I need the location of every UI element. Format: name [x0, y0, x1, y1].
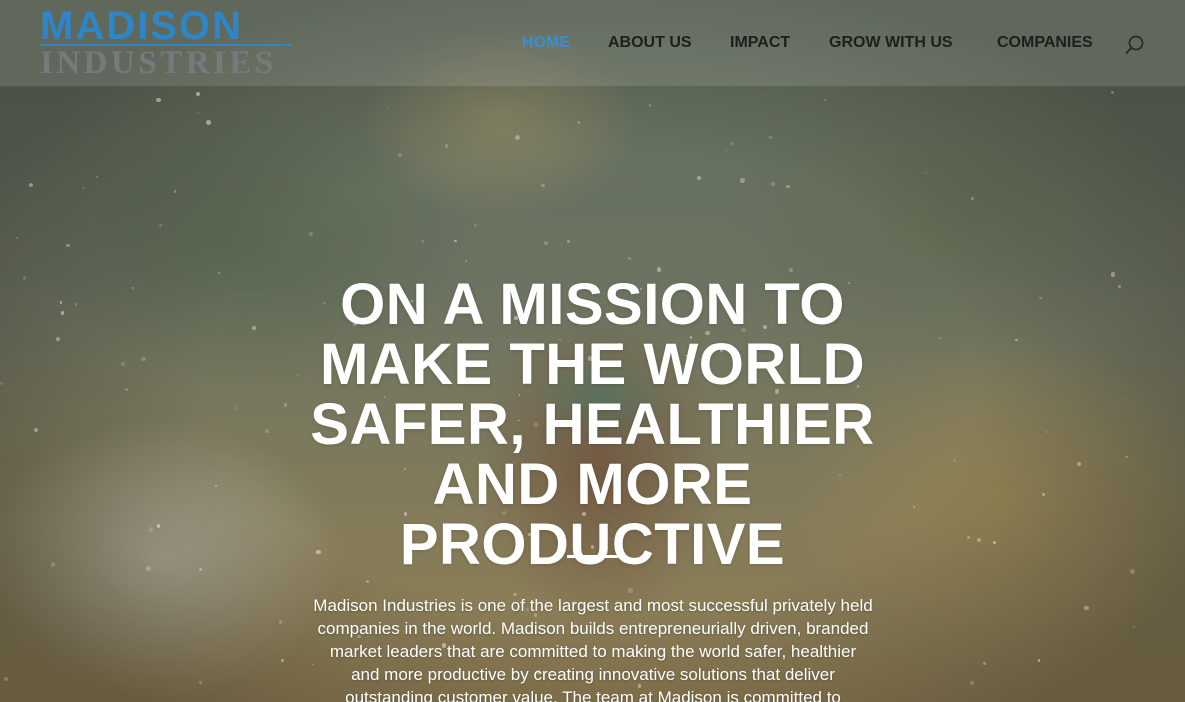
water-droplet	[971, 197, 975, 200]
water-droplet	[156, 97, 161, 102]
nav-item-impact[interactable]: IMPACT	[730, 32, 790, 54]
water-droplet	[1076, 461, 1081, 466]
logo-wordmark-top: MADISON	[40, 4, 243, 48]
water-droplet	[730, 141, 733, 145]
water-droplet	[173, 190, 177, 193]
hero-title: ON A MISSION TO MAKE THE WORLD SAFER, HE…	[240, 271, 945, 577]
water-droplet	[473, 223, 477, 227]
water-droplet	[60, 311, 64, 315]
water-droplet	[148, 527, 154, 532]
nav-item-grow-with-us[interactable]: GROW WITH US	[829, 32, 953, 54]
water-droplet	[1014, 338, 1018, 342]
water-droplet	[131, 286, 134, 289]
water-droplet	[1125, 455, 1128, 459]
site-logo[interactable]: MADISON INDUSTRIES	[40, 4, 295, 81]
water-droplet	[1042, 493, 1045, 496]
water-droplet	[421, 240, 424, 243]
water-droplet	[206, 120, 211, 125]
hero-description-line: and more productive by creating innovati…	[351, 665, 835, 684]
water-droplet	[786, 184, 790, 189]
water-droplet	[28, 182, 33, 187]
water-droplet	[740, 177, 745, 183]
water-droplet	[218, 272, 220, 274]
water-droplet	[1046, 431, 1048, 433]
site-header: MADISON INDUSTRIES HOME ABOUT US IMPACT …	[0, 0, 1185, 86]
water-droplet	[15, 237, 18, 240]
hero-title-line: SAFER, HEALTHIER	[310, 391, 875, 457]
nav-item-home[interactable]: HOME	[522, 32, 570, 54]
water-droplet	[541, 183, 545, 188]
hero-title-line: AND MORE	[432, 451, 753, 517]
hero-divider	[567, 555, 618, 558]
water-droplet	[969, 680, 974, 685]
water-droplet	[22, 275, 27, 280]
water-droplet	[74, 303, 78, 306]
hero-description-line: market leaders that are committed to mak…	[329, 642, 857, 661]
hero-title-line: ON A MISSION TO	[340, 271, 845, 337]
water-droplet	[234, 406, 237, 410]
page: MADISON INDUSTRIES HOME ABOUT US IMPACT …	[0, 0, 1185, 702]
water-droplet	[397, 152, 402, 157]
hero-description-line: companies in the world. Madison builds e…	[317, 619, 869, 638]
water-droplet	[1084, 606, 1089, 611]
water-droplet	[146, 565, 151, 571]
water-droplet	[1039, 296, 1042, 300]
water-droplet	[465, 260, 467, 262]
water-droplet	[992, 540, 997, 545]
water-droplet	[1117, 284, 1121, 288]
water-droplet	[1130, 569, 1135, 574]
water-droplet	[696, 176, 701, 180]
hero-title-line: PRODUCTIVE	[399, 511, 786, 577]
hero-description: Madison Industries is one of the largest…	[252, 594, 934, 702]
hero-title-line: MAKE THE WORLD	[319, 331, 866, 397]
hero-description-line: Madison Industries is one of the largest…	[313, 596, 873, 615]
water-droplet	[55, 337, 60, 342]
water-droplet	[66, 244, 70, 248]
water-droplet	[628, 588, 633, 593]
water-droplet	[1111, 91, 1115, 94]
water-droplet	[4, 677, 9, 681]
water-droplet	[656, 267, 662, 272]
water-droplet	[628, 257, 631, 261]
water-droplet	[444, 144, 449, 148]
water-droplet	[365, 580, 369, 584]
water-droplet	[1110, 272, 1116, 277]
nav-item-about-us[interactable]: ABOUT US	[608, 32, 692, 54]
search-icon[interactable]	[1124, 34, 1146, 56]
hero-description-line: outstanding customer value. The team at …	[345, 688, 841, 702]
logo-wordmark-bottom: INDUSTRIES	[40, 45, 277, 81]
nav-item-companies[interactable]: COMPANIES	[997, 32, 1093, 54]
